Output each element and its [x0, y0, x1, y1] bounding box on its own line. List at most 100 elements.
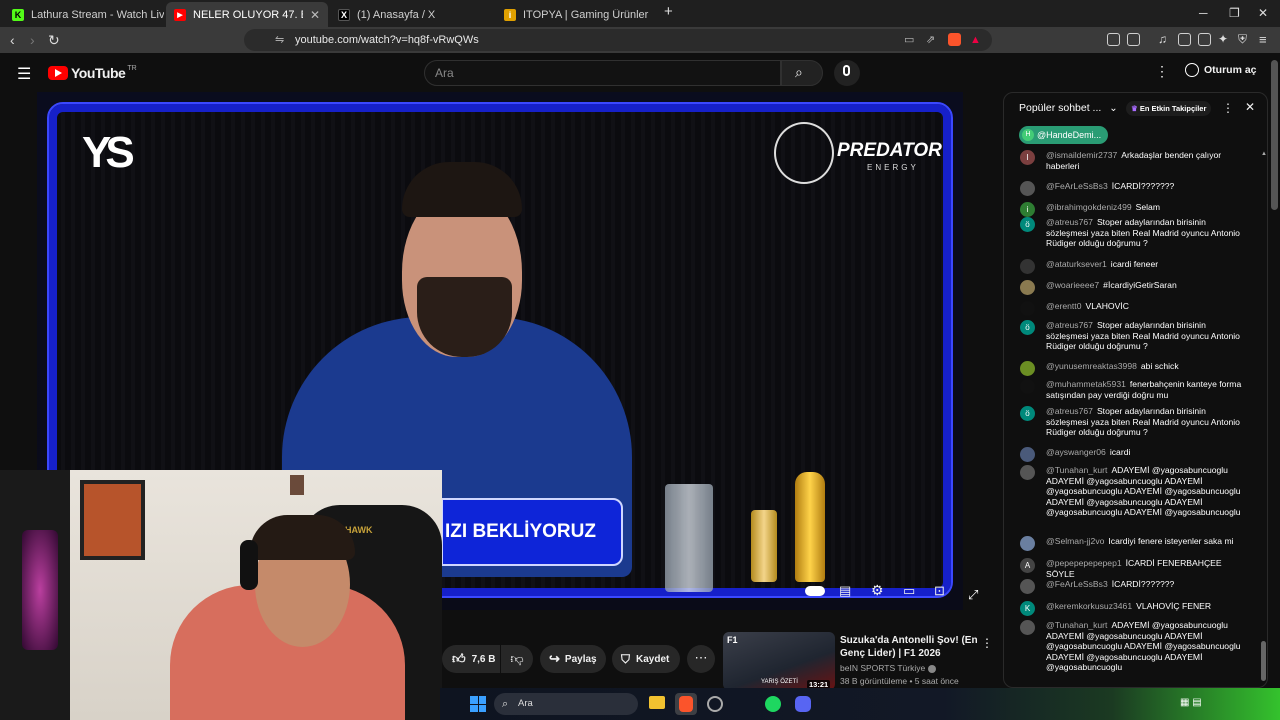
chat-author[interactable]: @ismaildemir2737 — [1046, 150, 1117, 160]
wallet-icon[interactable] — [1198, 33, 1211, 46]
voice-search-button[interactable] — [834, 60, 860, 86]
related-thumbnail[interactable]: F1 YARIŞ ÖZETİ 13:21 — [723, 632, 835, 690]
tab-youtube[interactable]: ▶ NELER OLUYOR 47. BÖLÜM - ✕ — [166, 2, 328, 27]
tray-icons[interactable]: ▦ ▤ — [1180, 697, 1202, 708]
chat-avatar[interactable] — [1020, 280, 1035, 295]
chat-author[interactable]: @ayswanger06 — [1046, 447, 1106, 457]
more-actions-button[interactable]: ⋯ — [687, 645, 715, 673]
site-settings-icon[interactable]: ⇋ — [275, 29, 284, 51]
chat-author[interactable]: @woarieeee7 — [1046, 280, 1099, 290]
share-button[interactable]: ↪ Paylaş — [540, 645, 606, 673]
pinned-user-chip[interactable]: H @HandeDemi... — [1019, 126, 1109, 144]
chat-mode-selector[interactable]: Popüler sohbet ... ⌄ — [1019, 102, 1118, 114]
windows-start-icon[interactable] — [470, 696, 486, 712]
chat-author[interactable]: @atreus767 — [1046, 320, 1093, 330]
close-chat-icon[interactable]: ✕ — [1245, 100, 1255, 114]
chat-author[interactable]: @Selman-jj2vo — [1046, 536, 1104, 546]
file-explorer-icon[interactable] — [649, 696, 665, 709]
chat-avatar[interactable] — [1020, 181, 1035, 196]
chat-avatar[interactable] — [1020, 379, 1035, 394]
leo-ai-icon[interactable]: ✦ — [1218, 32, 1228, 46]
search-input[interactable]: Ara — [424, 60, 781, 86]
chat-avatar[interactable]: ö — [1020, 217, 1035, 232]
chat-author[interactable]: @keremkorkusuz3461 — [1046, 601, 1132, 611]
related-channel[interactable]: beIN SPORTS Türkiye — [840, 663, 936, 673]
chat-author[interactable]: @FeArLeSsBs3 — [1046, 579, 1108, 589]
search-button[interactable]: ⌕ — [781, 60, 823, 86]
maximize-icon[interactable]: ❐ — [1229, 6, 1240, 20]
url-field[interactable]: ⇋ youtube.com/watch?v=hq8f-vRwQWs ▭ ⇗ ▲ — [244, 29, 992, 51]
chat-avatar[interactable] — [1020, 579, 1035, 594]
chat-avatar[interactable]: A — [1020, 558, 1035, 573]
chat-author[interactable]: @Tunahan_kurt — [1046, 465, 1107, 475]
chat-author[interactable]: @ibrahimgokdeniz499 — [1046, 202, 1132, 212]
reload-icon[interactable]: ↻ — [48, 32, 60, 49]
share-page-icon[interactable]: ⇗ — [926, 29, 935, 51]
chat-author[interactable]: @erentt0 — [1046, 301, 1081, 311]
dislike-button[interactable]: 👎︎ — [501, 645, 533, 673]
chat-options-icon[interactable]: ⋮ — [1222, 101, 1234, 115]
tab-kick[interactable]: K Lathura Stream - Watch Live on Kick — [4, 2, 164, 27]
chat-author[interactable]: @atreus767 — [1046, 406, 1093, 416]
chat-avatar[interactable] — [1020, 465, 1035, 480]
chat-author[interactable]: @yunusemreaktas3998 — [1046, 361, 1137, 371]
tab-itopya[interactable]: i ITOPYA | Gaming Ürünler ve Bilgisayar — [496, 2, 658, 27]
youtube-logo[interactable]: YouTube TR — [48, 65, 137, 81]
extensions-icon[interactable] — [1107, 33, 1120, 46]
sidebar-toggle-icon[interactable] — [1127, 33, 1140, 46]
scroll-thumb[interactable] — [1261, 641, 1266, 681]
like-button[interactable]: 👍︎ 7,6 B — [442, 645, 500, 673]
chat-avatar[interactable] — [1020, 301, 1035, 316]
brave-browser-icon[interactable] — [679, 696, 693, 712]
chat-avatar[interactable]: ö — [1020, 406, 1035, 421]
chat-author[interactable]: @ataturksever1 — [1046, 259, 1107, 269]
chat-avatar[interactable]: i — [1020, 202, 1035, 217]
related-title[interactable]: Suzuka'da Antonelli Şov! (En Genç Lider)… — [840, 634, 980, 662]
hamburger-menu-icon[interactable]: ☰ — [17, 64, 31, 84]
close-window-icon[interactable]: ✕ — [1258, 6, 1268, 20]
chat-scrollbar[interactable]: ▲ — [1261, 151, 1267, 683]
chat-author[interactable]: @atreus767 — [1046, 217, 1093, 227]
tab-x[interactable]: X (1) Anasayfa / X — [330, 2, 492, 27]
save-button[interactable]: ⛉ Kaydet — [612, 645, 680, 673]
taskbar-search[interactable]: ⌕ Ara — [494, 693, 638, 715]
chat-author[interactable]: @Tunahan_kurt — [1046, 620, 1107, 630]
minimize-icon[interactable]: ─ — [1199, 6, 1208, 20]
discord-icon[interactable] — [795, 696, 811, 712]
scroll-up-icon[interactable]: ▲ — [1261, 151, 1267, 157]
obs-icon[interactable] — [707, 696, 723, 712]
brave-rewards-icon[interactable]: ▲ — [970, 29, 981, 51]
vpn-shield-icon[interactable]: ⛨ — [1238, 32, 1247, 47]
chat-author[interactable]: @muhammetak5931 — [1046, 379, 1126, 389]
close-tab-icon[interactable]: ✕ — [310, 8, 320, 22]
chat-avatar[interactable]: I — [1020, 150, 1035, 165]
miniplayer-icon[interactable]: ▭ — [903, 583, 915, 599]
cast-icon[interactable]: ⊡ — [934, 583, 945, 599]
chat-author[interactable]: @pepepepepepep1 — [1046, 558, 1122, 568]
chat-avatar[interactable]: ö — [1020, 320, 1035, 335]
autoplay-toggle[interactable] — [805, 586, 825, 596]
new-tab-icon[interactable]: + — [664, 3, 673, 20]
media-icon[interactable]: ♫ — [1158, 32, 1167, 46]
chat-avatar[interactable] — [1020, 620, 1035, 635]
chat-avatar[interactable]: K — [1020, 601, 1035, 616]
settings-gear-icon[interactable]: ⚙ — [871, 582, 884, 599]
pip-icon[interactable]: ▭ — [904, 29, 914, 51]
related-menu-icon[interactable]: ⋮ — [981, 636, 993, 650]
chat-avatar[interactable] — [1020, 361, 1035, 376]
page-scrollbar[interactable] — [1271, 60, 1278, 210]
spotify-icon[interactable] — [765, 696, 781, 712]
menu-icon[interactable]: ≡ — [1259, 32, 1267, 47]
fullscreen-icon[interactable]: ⤢ — [968, 587, 978, 603]
subtitles-icon[interactable]: ▤ — [839, 583, 851, 599]
forward-icon[interactable]: › — [30, 32, 35, 48]
more-options-icon[interactable]: ⋮ — [1155, 63, 1169, 80]
chat-avatar[interactable] — [1020, 536, 1035, 551]
brave-shield-icon[interactable] — [948, 33, 961, 46]
reader-icon[interactable] — [1178, 33, 1191, 46]
chat-author[interactable]: @FeArLeSsBs3 — [1046, 181, 1108, 191]
chat-avatar[interactable] — [1020, 447, 1035, 462]
chat-avatar[interactable] — [1020, 259, 1035, 274]
back-icon[interactable]: ‹ — [10, 32, 15, 48]
signin-button[interactable]: Oturum aç — [1185, 63, 1257, 77]
